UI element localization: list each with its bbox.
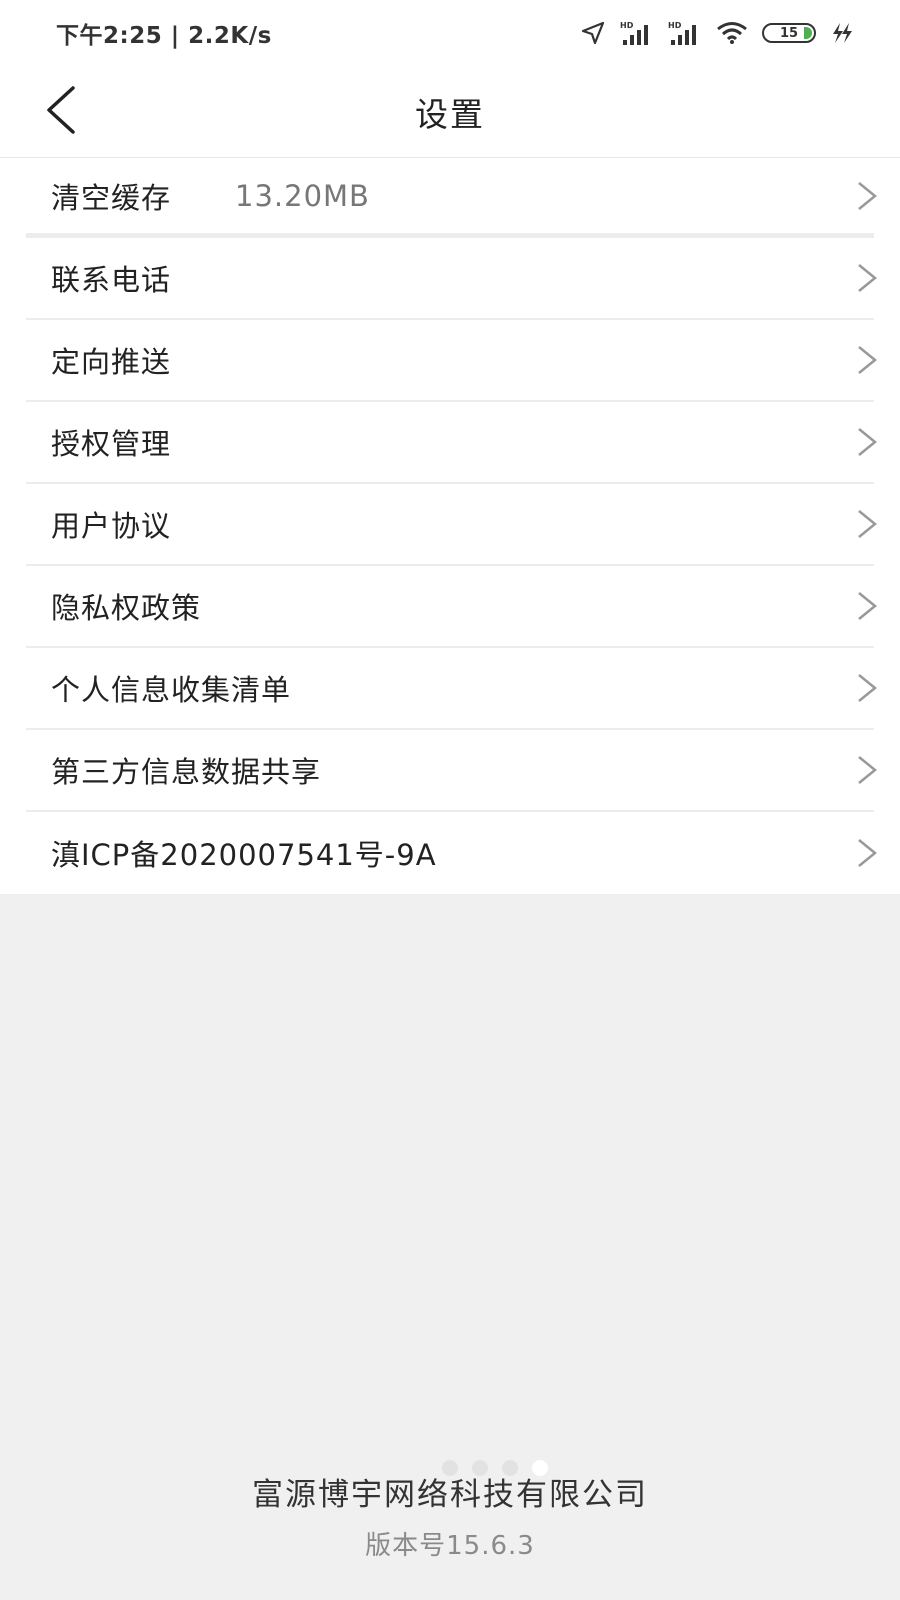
chevron-left-icon: [47, 86, 75, 134]
row-label: 隐私权政策: [51, 591, 202, 625]
charging-icon: [830, 21, 854, 45]
chevron-right-icon: [858, 674, 877, 702]
hd-signal-icon: HD: [668, 20, 702, 46]
svg-text:HD: HD: [620, 21, 634, 30]
wifi-icon: [716, 21, 748, 45]
targeted-push-row[interactable]: 定向推送: [26, 320, 877, 402]
third-party-data-sharing-row[interactable]: 第三方信息数据共享: [26, 730, 877, 812]
cache-size-value: 13.20MB: [235, 178, 370, 213]
battery-level-text: 15: [779, 25, 799, 41]
settings-list: 清空缓存 13.20MB 联系电话 定向推送 授权管理 用户协议 隐私权政策 个…: [0, 158, 900, 894]
row-label: 清空缓存: [51, 180, 172, 215]
clear-cache-row[interactable]: 清空缓存 13.20MB: [26, 158, 877, 238]
status-time: 下午2:25 | 2.2K/s: [56, 23, 272, 49]
chevron-right-icon: [858, 264, 877, 292]
row-label: 定向推送: [51, 345, 172, 379]
company-name: 富源博宇网络科技有限公司: [252, 1477, 648, 1513]
chevron-right-icon: [858, 510, 877, 538]
header: 设置: [0, 66, 900, 158]
row-label: 用户协议: [51, 509, 172, 543]
permission-management-row[interactable]: 授权管理: [26, 402, 877, 484]
location-arrow-icon: [580, 20, 606, 46]
chevron-right-icon: [858, 428, 877, 456]
back-button[interactable]: [38, 82, 82, 138]
battery-level-fill: [804, 27, 812, 39]
row-label: 个人信息收集清单: [51, 673, 292, 707]
hd-signal-icon: HD: [620, 20, 654, 46]
status-bar: 下午2:25 | 2.2K/s HD HD 15: [0, 0, 900, 66]
row-label: 联系电话: [51, 263, 172, 297]
user-agreement-row[interactable]: 用户协议: [26, 484, 877, 566]
icp-license-row[interactable]: 滇ICP备2020007541号-9A: [26, 812, 877, 894]
chevron-right-icon: [858, 181, 877, 210]
row-label: 授权管理: [51, 427, 172, 461]
chevron-right-icon: [858, 839, 877, 867]
chevron-right-icon: [858, 346, 877, 374]
personal-info-list-row[interactable]: 个人信息收集清单: [26, 648, 877, 730]
status-icons: HD HD 15: [580, 20, 854, 46]
chevron-right-icon: [858, 756, 877, 784]
row-label: 滇ICP备2020007541号-9A: [51, 838, 437, 872]
privacy-policy-row[interactable]: 隐私权政策: [26, 566, 877, 648]
chevron-right-icon: [858, 592, 877, 620]
svg-text:HD: HD: [668, 21, 682, 30]
battery-icon: 15: [762, 23, 816, 43]
contact-phone-row[interactable]: 联系电话: [26, 238, 877, 320]
version-number: 版本号15.6.3: [365, 1531, 535, 1561]
page-title: 设置: [415, 94, 485, 134]
row-label: 第三方信息数据共享: [51, 755, 322, 789]
